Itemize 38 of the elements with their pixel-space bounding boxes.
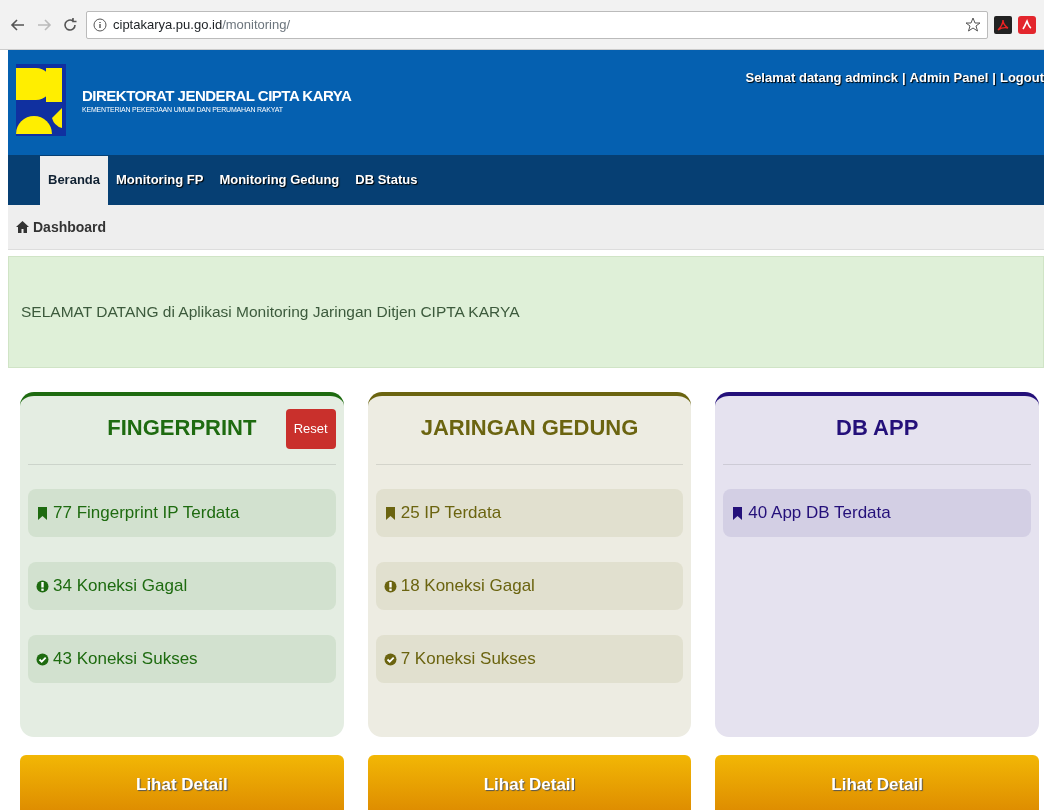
separator: | (992, 70, 996, 85)
bookmark-icon (383, 505, 397, 521)
nav-tab[interactable]: Monitoring Gedung (211, 155, 348, 205)
pdf-extension-icon[interactable] (994, 15, 1012, 34)
nav-tab[interactable]: DB Status (347, 155, 426, 205)
extension-icon[interactable] (1018, 15, 1036, 34)
stat-text: 7 Koneksi Sukses (400, 648, 536, 671)
stat-text: 77 Fingerprint IP Terdata (53, 502, 240, 525)
stat-text: 25 IP Terdata (400, 502, 502, 525)
check-icon (36, 651, 49, 667)
reset-button[interactable]: Reset (285, 409, 336, 449)
card-title: JARINGAN GEDUNG (420, 414, 639, 442)
bookmark-icon (731, 505, 745, 521)
info-icon (93, 17, 107, 32)
logo-icon (16, 64, 66, 136)
stat-text: 34 Koneksi Gagal (53, 575, 188, 598)
check-icon (383, 651, 397, 667)
bookmark-icon (36, 505, 49, 521)
home-icon (16, 221, 29, 233)
card-title: FINGERPRINT (107, 414, 257, 442)
card-title: DB APP (836, 414, 919, 442)
header-link[interactable]: Logout (999, 70, 1044, 85)
greeting-text: Selamat datang adminck (745, 70, 898, 85)
header-link[interactable]: Admin Panel (909, 70, 989, 85)
address-bar[interactable]: ciptakarya.pu.go.id/monitoring/ (86, 10, 988, 39)
nav-tab[interactable]: Beranda (40, 155, 109, 205)
stat-text: 40 App DB Terdata (748, 502, 891, 525)
star-icon[interactable] (965, 16, 981, 33)
breadcrumb-link[interactable]: Dashboard (33, 216, 107, 238)
welcome-alert: SELAMAT DATANG di Aplikasi Monitoring Jaringan Ditjen CIPTA KARYA (8, 256, 1044, 368)
url-text: ciptakarya.pu.go.id/monitoring/ (113, 16, 291, 32)
stat-text: 43 Koneksi Sukses (53, 648, 198, 671)
exclamation-icon (383, 578, 397, 594)
site-title: DIREKTORAT JENDERAL CIPTA KARYA (82, 88, 352, 105)
stat-text: 18 Koneksi Gagal (400, 575, 535, 598)
nav-tab[interactable]: Monitoring FP (108, 155, 212, 205)
separator: | (901, 70, 906, 85)
exclamation-icon (36, 578, 49, 594)
